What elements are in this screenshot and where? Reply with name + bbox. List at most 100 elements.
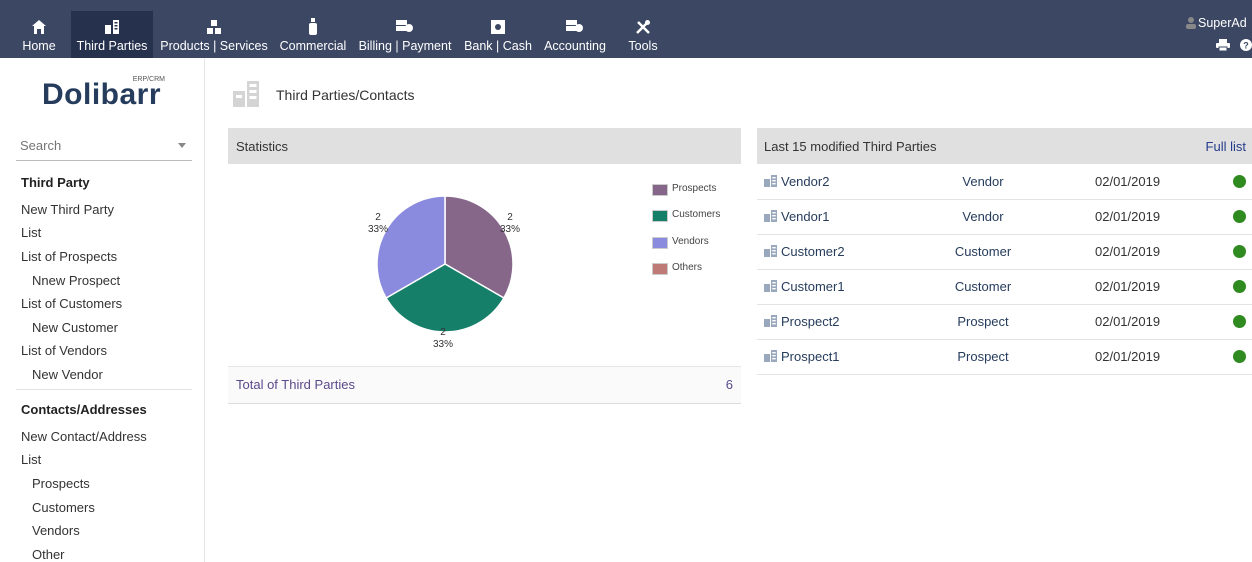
company-icon xyxy=(764,210,778,225)
modified-date: 02/01/2019 xyxy=(1095,209,1161,224)
third-party-type: Customer xyxy=(954,279,1012,294)
menu-new-customer[interactable]: New Customer xyxy=(32,320,118,335)
company-icon xyxy=(764,350,778,365)
recent-header: Last 15 modified Third Parties Full list xyxy=(757,128,1252,164)
third-party-link[interactable]: Customer1 xyxy=(764,279,845,295)
nav-bank-cash[interactable]: Bank | Cash xyxy=(461,11,535,58)
nav-commercial[interactable]: Commercial xyxy=(277,11,349,58)
table-row: Vendor2 Vendor 02/01/2019 xyxy=(757,164,1252,200)
menu-list-of-vendors[interactable]: List of Vendors xyxy=(21,343,107,358)
cubes-icon xyxy=(206,17,222,37)
slice-label-prospects: 2 33% xyxy=(500,212,521,235)
table-row: Vendor1 Vendor 02/01/2019 xyxy=(757,199,1252,235)
menu-new-third-party[interactable]: New Third Party xyxy=(21,202,114,217)
menu-contacts-other[interactable]: Other xyxy=(32,547,65,562)
total-value: 6 xyxy=(725,377,733,392)
third-party-name: Vendor1 xyxy=(781,209,830,224)
total-label: Total of Third Parties xyxy=(236,377,355,392)
third-party-type: Customer xyxy=(954,244,1012,259)
statistics-panel: Statistics 2 33% 2 33% 2 33% Prospects Cust… xyxy=(228,128,741,404)
page-title: Third Parties/Contacts xyxy=(276,87,415,103)
user-icon xyxy=(1186,17,1196,32)
menu-list-of-customers[interactable]: List of Customers xyxy=(21,296,122,311)
third-party-name: Prospect2 xyxy=(781,314,840,329)
search-input[interactable] xyxy=(20,138,170,153)
third-party-type: Vendor xyxy=(962,209,1004,224)
third-party-link[interactable]: Customer2 xyxy=(764,244,845,260)
third-party-name: Customer1 xyxy=(781,279,845,294)
third-party-link[interactable]: Prospect2 xyxy=(764,314,840,330)
bank-icon xyxy=(491,17,505,37)
company-icon xyxy=(764,245,778,260)
menu-new-prospect[interactable]: Nnew Prospect xyxy=(32,273,120,288)
menu-third-party-list[interactable]: List xyxy=(21,225,41,240)
money-icon xyxy=(566,17,584,37)
table-row: Prospect1 Prospect 02/01/2019 xyxy=(757,339,1252,375)
status-open-icon xyxy=(1233,315,1246,328)
left-sidebar: Dolibarr ERP/CRM Third Party New Third P… xyxy=(0,58,205,562)
chevron-down-icon[interactable] xyxy=(178,143,186,148)
nav-third-parties[interactable]: Third Parties xyxy=(71,11,153,58)
modified-date: 02/01/2019 xyxy=(1095,349,1161,364)
statistics-title: Statistics xyxy=(236,139,289,154)
status-open-icon xyxy=(1233,280,1246,293)
building-icon xyxy=(233,81,261,110)
full-list-link[interactable]: Full list xyxy=(1206,139,1246,154)
pie-chart-area: 2 33% 2 33% 2 33% Prospects Customers Vendo… xyxy=(228,164,741,366)
menu-divider xyxy=(16,389,192,390)
money-icon xyxy=(396,17,414,37)
menu-new-vendor[interactable]: New Vendor xyxy=(32,367,103,382)
menu-contacts-customers[interactable]: Customers xyxy=(32,500,95,515)
total-row: Total of Third Parties 6 xyxy=(228,366,741,404)
third-party-link[interactable]: Prospect1 xyxy=(764,349,840,365)
search-box[interactable] xyxy=(16,132,192,161)
modified-date: 02/01/2019 xyxy=(1095,244,1161,259)
third-party-link[interactable]: Vendor2 xyxy=(764,174,829,190)
third-party-type: Prospect xyxy=(957,349,1009,364)
third-party-name: Customer2 xyxy=(781,244,845,259)
nav-home[interactable]: Home xyxy=(14,11,64,58)
menu-heading-contacts[interactable]: Contacts/Addresses xyxy=(21,402,147,417)
building-icon xyxy=(104,17,120,37)
dolibarr-logo[interactable]: Dolibarr ERP/CRM xyxy=(42,76,167,114)
status-open-icon xyxy=(1233,350,1246,363)
nav-billing-payment[interactable]: Billing | Payment xyxy=(355,11,455,58)
top-menu-bar: Home Third Parties Products | Services C… xyxy=(0,0,1252,58)
status-open-icon xyxy=(1233,210,1246,223)
menu-new-contact[interactable]: New Contact/Address xyxy=(21,429,147,444)
status-open-icon xyxy=(1233,245,1246,258)
recent-title: Last 15 modified Third Parties xyxy=(764,139,937,154)
modified-date: 02/01/2019 xyxy=(1095,314,1161,329)
print-icon[interactable] xyxy=(1216,39,1230,54)
home-icon xyxy=(31,17,47,37)
menu-list-of-prospects[interactable]: List of Prospects xyxy=(21,249,117,264)
third-party-type: Vendor xyxy=(962,174,1004,189)
third-party-link[interactable]: Vendor1 xyxy=(764,209,829,225)
help-icon[interactable]: ? xyxy=(1240,39,1252,54)
modified-date: 02/01/2019 xyxy=(1095,279,1161,294)
third-party-name: Vendor2 xyxy=(781,174,830,189)
suitcase-icon xyxy=(307,17,319,37)
table-row: Customer1 Customer 02/01/2019 xyxy=(757,269,1252,305)
nav-tools[interactable]: Tools xyxy=(620,11,666,58)
svg-text:?: ? xyxy=(1243,41,1249,51)
company-icon xyxy=(764,315,778,330)
company-icon xyxy=(764,280,778,295)
slice-label-customers: 2 33% xyxy=(433,327,454,350)
table-row: Prospect2 Prospect 02/01/2019 xyxy=(757,304,1252,340)
tools-icon xyxy=(635,17,651,37)
nav-accounting[interactable]: Accounting xyxy=(541,11,609,58)
company-icon xyxy=(764,175,778,190)
menu-contacts-vendors[interactable]: Vendors xyxy=(32,523,80,538)
menu-heading-third-party[interactable]: Third Party xyxy=(21,175,90,190)
user-area: SuperAd ? xyxy=(1182,14,1252,54)
third-party-name: Prospect1 xyxy=(781,349,840,364)
table-row: Customer2 Customer 02/01/2019 xyxy=(757,234,1252,270)
menu-contacts-list[interactable]: List xyxy=(21,452,41,467)
user-name[interactable]: SuperAd xyxy=(1198,16,1247,30)
nav-products-services[interactable]: Products | Services xyxy=(157,11,271,58)
menu-contacts-prospects[interactable]: Prospects xyxy=(32,476,90,491)
status-open-icon xyxy=(1233,175,1246,188)
recent-third-parties-panel: Last 15 modified Third Parties Full list… xyxy=(757,128,1252,375)
third-party-type: Prospect xyxy=(957,314,1009,329)
